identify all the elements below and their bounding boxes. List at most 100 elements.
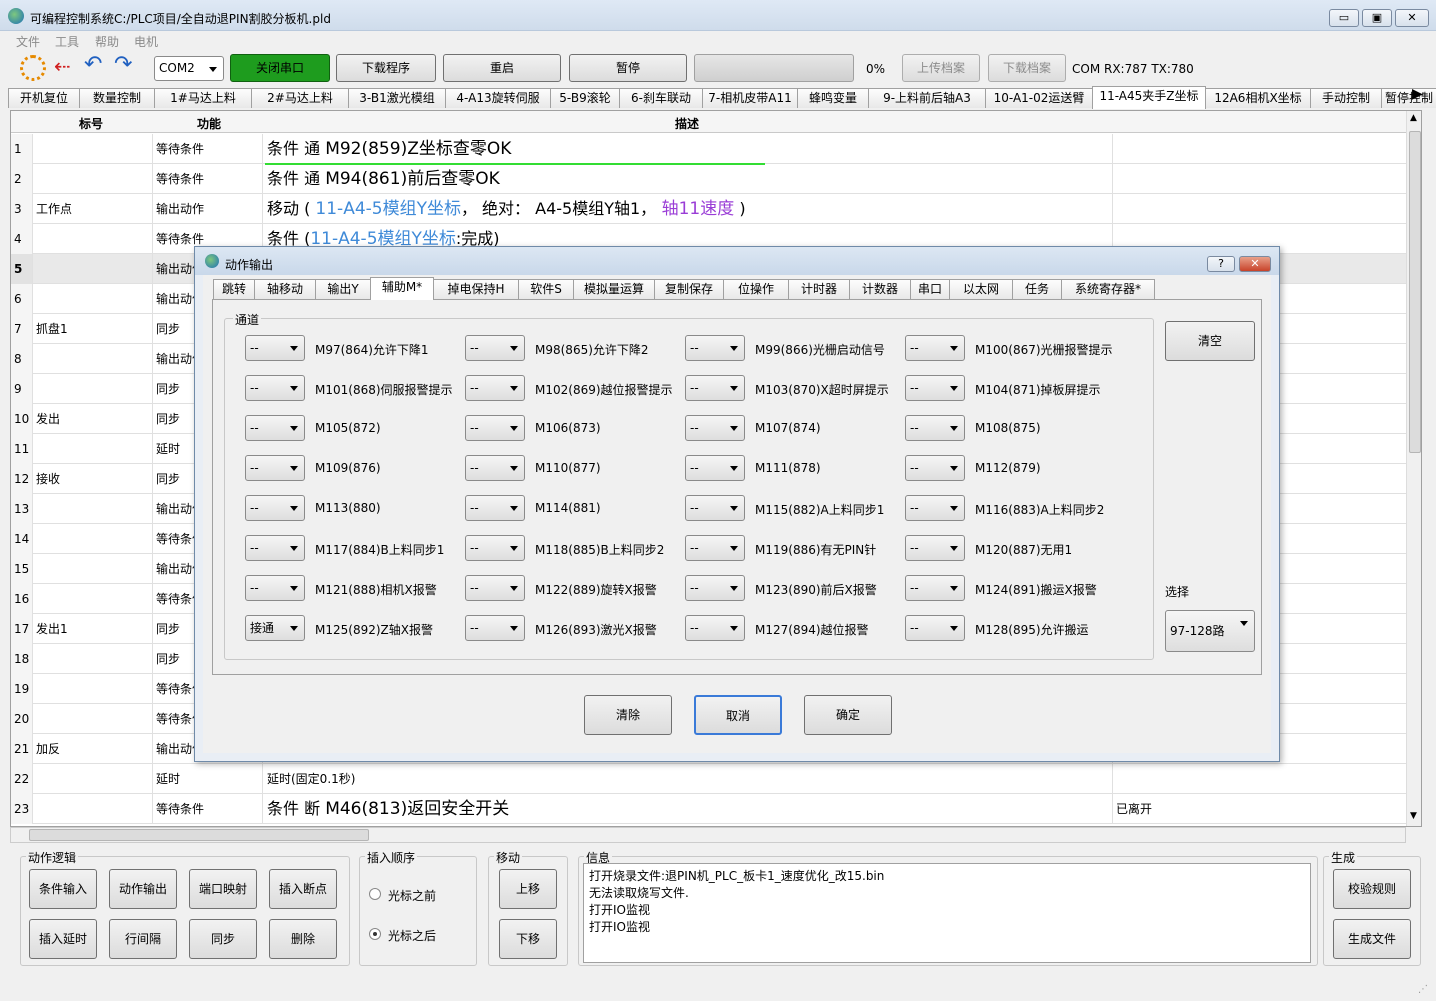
logic-button-delete[interactable]: 删除: [269, 919, 337, 959]
tab-8[interactable]: 7-相机皮带A11: [702, 88, 798, 108]
tab-14[interactable]: 手动控制: [1310, 88, 1382, 108]
move-up-button[interactable]: 上移: [499, 869, 557, 909]
dialog-tab-12[interactable]: 以太网: [949, 279, 1013, 299]
table-row[interactable]: 23 等待条件 条件 断 M46(813)返回安全开关 已离开: [11, 794, 1407, 824]
logic-button-condition-input[interactable]: 条件输入: [29, 869, 97, 909]
menu-motor[interactable]: 电机: [134, 33, 158, 50]
redo-icon[interactable]: ↷: [114, 52, 132, 77]
tab-2[interactable]: 1#马达上料: [154, 88, 252, 108]
dialog-tab-9[interactable]: 计时器: [788, 279, 850, 299]
tab-4[interactable]: 3-B1激光模组: [348, 88, 446, 108]
tab-6[interactable]: 5-B9滚轮: [550, 88, 620, 108]
logic-button-insert-delay[interactable]: 插入延时: [29, 919, 97, 959]
order-radio-before[interactable]: [369, 888, 381, 900]
channel-select[interactable]: --: [685, 495, 745, 521]
horizontal-scrollbar[interactable]: [10, 827, 1406, 843]
logic-button-port-map[interactable]: 端口映射: [189, 869, 257, 909]
channel-select[interactable]: --: [245, 335, 305, 361]
close-port-button[interactable]: 关闭串口: [230, 54, 330, 82]
table-row[interactable]: 22 延时 延时(固定0.1秒): [11, 764, 1407, 794]
download-file-button[interactable]: 下载档案: [988, 54, 1066, 82]
tab-9[interactable]: 蜂鸣变量: [797, 88, 869, 108]
menu-file[interactable]: 文件: [16, 33, 40, 50]
channel-select[interactable]: --: [465, 455, 525, 481]
upload-file-button[interactable]: 上传档案: [902, 54, 980, 82]
tab-7[interactable]: 6-刹车联动: [619, 88, 703, 108]
io-icon[interactable]: [20, 55, 46, 81]
pause-button[interactable]: 暂停: [569, 54, 687, 82]
vertical-scrollbar[interactable]: ▲ ▼: [1406, 111, 1421, 826]
dialog-tab-11[interactable]: 串口: [910, 279, 950, 299]
order-radio-after[interactable]: [369, 928, 381, 940]
dialog-tab-14[interactable]: 系统寄存器*: [1061, 279, 1155, 299]
channel-select[interactable]: --: [465, 535, 525, 561]
dialog-tab-0[interactable]: 跳转: [213, 279, 255, 299]
channel-select[interactable]: --: [905, 335, 965, 361]
tab-1[interactable]: 数量控制: [79, 88, 155, 108]
menu-help[interactable]: 帮助: [95, 33, 119, 50]
channel-select[interactable]: --: [905, 495, 965, 521]
channel-select[interactable]: 接通: [245, 615, 305, 641]
generate-file-button[interactable]: 生成文件: [1333, 919, 1411, 959]
channel-select[interactable]: --: [905, 455, 965, 481]
scroll-up-icon[interactable]: ▲: [1410, 113, 1417, 123]
tab-11[interactable]: 10-A1-02运送臂: [985, 88, 1093, 108]
channel-select[interactable]: --: [245, 535, 305, 561]
tab-0[interactable]: 开机复位: [8, 88, 80, 108]
tab-15[interactable]: 暂停控制: [1381, 88, 1436, 108]
channel-select[interactable]: --: [685, 335, 745, 361]
channel-select[interactable]: --: [245, 415, 305, 441]
channel-select[interactable]: --: [685, 415, 745, 441]
dialog-tab-4[interactable]: 掉电保持H: [433, 279, 519, 299]
tab-3[interactable]: 2#马达上料: [251, 88, 349, 108]
minimize-button[interactable]: ▭: [1329, 9, 1359, 27]
hscroll-thumb[interactable]: [29, 829, 369, 841]
channel-select[interactable]: --: [465, 575, 525, 601]
channel-select[interactable]: --: [465, 335, 525, 361]
channel-select[interactable]: --: [905, 415, 965, 441]
connect-icon[interactable]: ⇠: [54, 54, 71, 78]
channel-select[interactable]: --: [245, 495, 305, 521]
table-row[interactable]: 1 等待条件 条件 通 M92(859)Z坐标查零OK: [11, 134, 1407, 164]
scroll-down-icon[interactable]: ▼: [1410, 811, 1417, 821]
dialog-tab-7[interactable]: 复制保存: [654, 279, 724, 299]
dialog-close-button[interactable]: ✕: [1239, 256, 1271, 272]
channel-select[interactable]: --: [685, 535, 745, 561]
channel-select[interactable]: --: [465, 615, 525, 641]
dialog-tab-13[interactable]: 任务: [1012, 279, 1062, 299]
channel-select[interactable]: --: [905, 615, 965, 641]
dialog-tab-10[interactable]: 计数器: [849, 279, 911, 299]
port-select[interactable]: COM2: [154, 56, 224, 81]
channel-select[interactable]: --: [465, 495, 525, 521]
channel-select[interactable]: --: [685, 615, 745, 641]
tab-10[interactable]: 9-上料前后轴A3: [868, 88, 986, 108]
info-box[interactable]: 打开烧录文件:退PIN机_PLC_板卡1_速度优化_改15.bin 无法读取烧写…: [583, 863, 1311, 963]
tab-12[interactable]: 11-A45夹手Z坐标: [1092, 86, 1206, 109]
restart-button[interactable]: 重启: [443, 54, 561, 82]
channel-select[interactable]: --: [685, 575, 745, 601]
channel-select[interactable]: --: [905, 375, 965, 401]
dialog-tab-1[interactable]: 轴移动: [254, 279, 316, 299]
tab-13[interactable]: 12A6相机X坐标: [1205, 88, 1311, 108]
dialog-clear-all-button[interactable]: 清空: [1165, 321, 1255, 361]
resize-grip-icon[interactable]: ⋰: [1418, 984, 1428, 995]
tab-5[interactable]: 4-A13旋转伺服: [445, 88, 551, 108]
channel-select[interactable]: --: [905, 575, 965, 601]
channel-select[interactable]: --: [465, 375, 525, 401]
table-row[interactable]: 2 等待条件 条件 通 M94(861)前后查零OK: [11, 164, 1407, 194]
table-row[interactable]: 3 工作点 输出动作 移动 ( 11-A4-5模组Y坐标， 绝对： A4-5模组Y轴1…: [11, 194, 1407, 224]
maximize-button[interactable]: ▣: [1362, 9, 1392, 27]
move-down-button[interactable]: 下移: [499, 919, 557, 959]
channel-select[interactable]: --: [685, 375, 745, 401]
scroll-thumb[interactable]: [1409, 131, 1421, 453]
channel-select[interactable]: --: [465, 415, 525, 441]
channel-select[interactable]: --: [245, 575, 305, 601]
dialog-tab-2[interactable]: 输出Y: [315, 279, 371, 299]
check-rules-button[interactable]: 校验规则: [1333, 869, 1411, 909]
logic-button-action-output[interactable]: 动作输出: [109, 869, 177, 909]
download-program-button[interactable]: 下载程序: [336, 54, 436, 82]
logic-button-insert-breakpoint[interactable]: 插入断点: [269, 869, 337, 909]
undo-icon[interactable]: ↶: [84, 52, 102, 77]
close-button[interactable]: ✕: [1395, 9, 1429, 27]
dialog-ok-button[interactable]: 确定: [804, 695, 892, 735]
